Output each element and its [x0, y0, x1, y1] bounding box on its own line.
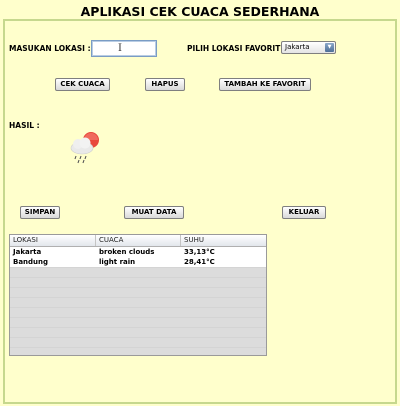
app-title: APLIKASI CEK CUACA SEDERHANA	[80, 4, 320, 19]
column-header-location[interactable]: LOKASI	[10, 235, 96, 246]
cell-location: Jakarta	[13, 248, 42, 256]
favorite-label: PILIH LOKASI FAVORIT :	[187, 44, 286, 53]
table-row[interactable]: Jakarta broken clouds 33,13°C	[10, 247, 266, 257]
location-label: MASUKAN LOKASI :	[9, 44, 91, 53]
location-input[interactable]: I	[91, 40, 157, 57]
add-favorite-button[interactable]: TAMBAH KE FAVORIT	[219, 78, 311, 91]
clear-button[interactable]: HAPUS	[145, 78, 185, 91]
result-label: HASIL :	[9, 121, 40, 130]
cell-weather: light rain	[99, 258, 136, 266]
cell-location: Bandung	[13, 258, 49, 266]
column-header-weather[interactable]: CUACA	[96, 235, 181, 246]
check-weather-button[interactable]: CEK CUACA	[55, 78, 110, 91]
table-header: LOKASI CUACA SUHU	[10, 235, 266, 247]
chevron-down-icon: ▼	[325, 43, 334, 52]
column-header-temperature[interactable]: SUHU	[181, 235, 266, 246]
rain-sun-icon	[70, 132, 99, 164]
favorite-select[interactable]: Jakarta ▼	[281, 41, 336, 54]
table-empty-area	[10, 267, 266, 355]
weather-table[interactable]: LOKASI CUACA SUHU Jakarta broken clouds …	[9, 234, 267, 356]
load-data-button[interactable]: MUAT DATA	[124, 206, 184, 219]
exit-button[interactable]: KELUAR	[282, 206, 326, 219]
cell-temperature: 28,41°C	[184, 258, 215, 266]
favorite-select-value: Jakarta	[285, 43, 310, 51]
cell-temperature: 33,13°C	[184, 248, 215, 256]
cell-weather: broken clouds	[99, 248, 155, 256]
text-cursor-icon: I	[118, 43, 122, 54]
save-button[interactable]: SIMPAN	[20, 206, 60, 219]
table-row[interactable]: Bandung light rain 28,41°C	[10, 257, 266, 267]
